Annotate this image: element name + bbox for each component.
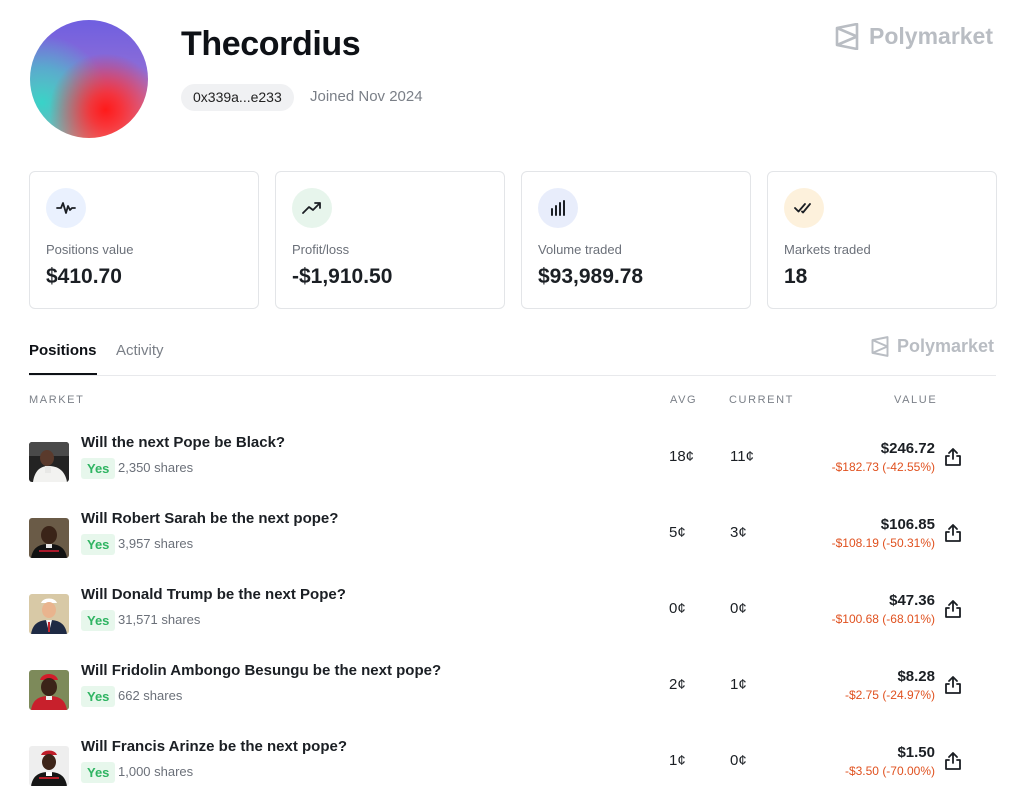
current-price: 3¢ (730, 524, 747, 541)
stat-value: -$1,910.50 (292, 265, 393, 288)
stat-label: Volume traded (538, 242, 622, 257)
wallet-address-pill[interactable]: 0x339a...e233 (181, 84, 294, 111)
double-check-icon (784, 188, 824, 228)
shares-count: 662 shares (118, 688, 183, 703)
position-value: $47.36 (889, 592, 935, 609)
avg-price: 18¢ (669, 448, 695, 465)
polymarket-logo-text: Polymarket (869, 23, 994, 49)
market-title[interactable]: Will Donald Trump be the next Pope? (81, 586, 346, 603)
position-pnl: -$182.73 (-42.55%) (831, 460, 935, 474)
stat-card-positions-value: Positions value $410.70 (29, 171, 259, 309)
market-title[interactable]: Will Robert Sarah be the next pope? (81, 510, 338, 527)
position-value: $106.85 (880, 516, 935, 533)
tab-positions[interactable]: Positions (29, 342, 97, 375)
avg-price: 5¢ (669, 524, 686, 541)
outcome-badge: Yes (81, 534, 116, 555)
column-header-market: MARKET (29, 394, 85, 406)
shares-count: 2,350 shares (118, 460, 194, 475)
market-thumbnail (29, 594, 69, 634)
current-price: 0¢ (730, 600, 747, 617)
tabs-bar: Positions Activity (29, 336, 996, 376)
avg-price: 2¢ (669, 676, 686, 693)
share-icon[interactable] (943, 751, 963, 771)
position-pnl: -$108.19 (-50.31%) (831, 536, 935, 550)
polymarket-logo-secondary[interactable]: Polymarket (871, 336, 994, 357)
current-price: 11¢ (730, 448, 754, 465)
profile-avatar (30, 20, 148, 138)
position-value: $246.72 (880, 440, 935, 457)
stat-value: $93,989.78 (538, 265, 644, 288)
outcome-badge: Yes (81, 762, 116, 783)
position-pnl: -$2.75 (-24.97%) (844, 688, 935, 702)
avg-price: 1¢ (669, 752, 686, 769)
market-thumbnail (29, 442, 69, 482)
polymarket-logo-icon (835, 23, 859, 50)
market-thumbnail (29, 518, 69, 558)
market-thumbnail (29, 670, 69, 710)
polymarket-logo-text: Polymarket (897, 336, 995, 356)
outcome-badge: Yes (81, 458, 116, 479)
position-pnl: -$3.50 (-70.00%) (844, 764, 935, 778)
column-header-current: CURRENT (729, 394, 794, 406)
position-row[interactable]: Will the next Pope be Black? Yes 2,350 s… (29, 432, 989, 508)
stat-card-markets-traded: Markets traded 18 (767, 171, 997, 309)
market-title[interactable]: Will Francis Arinze be the next pope? (81, 738, 347, 755)
bar-chart-icon (538, 188, 578, 228)
stat-card-profit-loss: Profit/loss -$1,910.50 (275, 171, 505, 309)
position-row[interactable]: Will Fridolin Ambongo Besungu be the nex… (29, 660, 989, 736)
stat-card-volume-traded: Volume traded $93,989.78 (521, 171, 751, 309)
polymarket-logo-icon (871, 336, 889, 357)
outcome-badge: Yes (81, 610, 116, 631)
shares-count: 3,957 shares (118, 536, 194, 551)
share-icon[interactable] (943, 599, 963, 619)
stat-label: Positions value (46, 242, 134, 257)
column-header-value: VALUE (894, 394, 938, 406)
position-pnl: -$100.68 (-68.01%) (831, 612, 935, 626)
position-row[interactable]: Will Robert Sarah be the next pope? Yes … (29, 508, 989, 584)
activity-icon (46, 188, 86, 228)
share-icon[interactable] (943, 675, 963, 695)
stat-value: 18 (784, 265, 808, 288)
shares-count: 1,000 shares (118, 764, 194, 779)
shares-count: 31,571 shares (118, 612, 201, 627)
stat-value: $410.70 (46, 265, 122, 288)
position-row[interactable]: Will Donald Trump be the next Pope? Yes … (29, 584, 989, 660)
market-title[interactable]: Will the next Pope be Black? (81, 434, 285, 451)
column-header-avg: AVG (670, 394, 698, 406)
share-icon[interactable] (943, 523, 963, 543)
polymarket-logo[interactable]: Polymarket (835, 23, 993, 50)
avg-price: 0¢ (669, 600, 686, 617)
tab-activity[interactable]: Activity (116, 342, 164, 375)
market-thumbnail (29, 746, 69, 786)
stat-label: Markets traded (784, 242, 871, 257)
position-row[interactable]: Will Francis Arinze be the next pope? Ye… (29, 736, 989, 806)
joined-date: Joined Nov 2024 (310, 88, 423, 105)
stat-label: Profit/loss (292, 242, 350, 257)
profile-username: Thecordius (181, 25, 361, 63)
trending-up-icon (292, 188, 332, 228)
market-title[interactable]: Will Fridolin Ambongo Besungu be the nex… (81, 662, 441, 679)
share-icon[interactable] (943, 447, 963, 467)
outcome-badge: Yes (81, 686, 116, 707)
current-price: 0¢ (730, 752, 747, 769)
position-value: $1.50 (897, 744, 935, 761)
current-price: 1¢ (730, 676, 747, 693)
position-value: $8.28 (897, 668, 935, 685)
